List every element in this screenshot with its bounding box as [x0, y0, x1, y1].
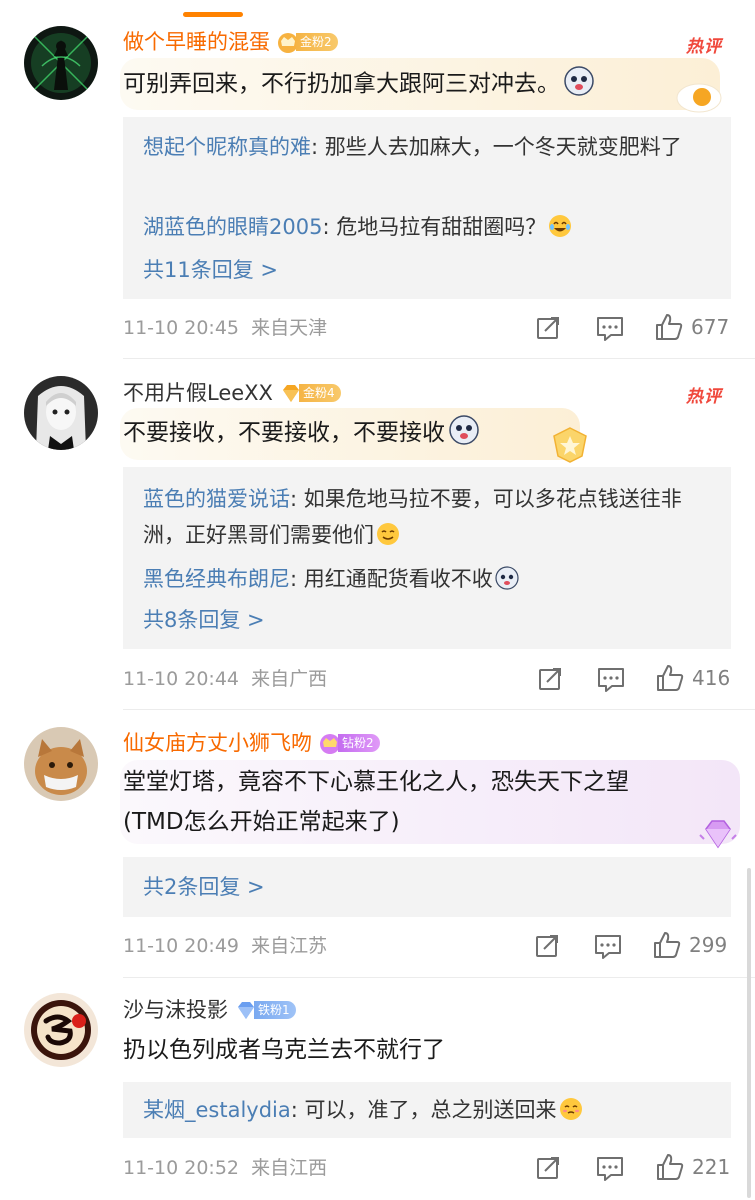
username[interactable]: 做个早睡的混蛋 — [123, 26, 270, 58]
more-replies-link[interactable]: 共11条回复 > — [143, 255, 278, 285]
like-button[interactable]: 221 — [656, 1153, 730, 1181]
divider — [123, 977, 755, 978]
scrollbar[interactable] — [747, 868, 751, 1198]
like-icon — [654, 932, 681, 958]
divider — [123, 358, 755, 359]
comment-meta: 11-10 20:52 来自江西 — [123, 1153, 327, 1183]
reply-preview-box[interactable]: 蓝色的猫爱说话: 如果危地马拉不要，可以多花点钱送往非洲，正好黑哥们需要他们 黑… — [123, 467, 731, 649]
comment-meta: 11-10 20:49 来自江苏 — [123, 931, 327, 961]
location: 来自广西 — [251, 668, 328, 690]
username[interactable]: 沙与沫投影 — [123, 994, 228, 1026]
avatar[interactable] — [24, 376, 98, 450]
like-icon — [657, 665, 684, 691]
name-row: 仙女庙方丈小狮飞吻 钻粉2 — [123, 727, 380, 759]
fan-badge[interactable]: 金粉2 — [276, 31, 338, 53]
star-shield-decoration-icon — [553, 427, 587, 463]
reply-item: 蓝色的猫爱说话: 如果危地马拉不要，可以多花点钱送往非洲，正好黑哥们需要他们 — [143, 487, 682, 547]
reply-item: 某烟_estalydia: 可以，准了，总之别送回来 — [143, 1092, 711, 1128]
username[interactable]: 不用片假LeeXX — [123, 377, 273, 409]
fan-badge[interactable]: 金粉4 — [279, 382, 341, 404]
location: 来自天津 — [251, 317, 328, 339]
avatar[interactable] — [24, 26, 98, 100]
divider — [123, 709, 755, 710]
like-count: 299 — [689, 933, 728, 957]
smile-emoji-icon — [377, 523, 399, 545]
reply-username[interactable]: 黑色经典布朗尼 — [143, 567, 290, 591]
fried-egg-decoration-icon — [676, 83, 722, 113]
like-icon — [656, 314, 683, 340]
avatar[interactable] — [24, 993, 98, 1067]
hot-comment-tag: 热评 — [686, 387, 722, 407]
reply-username[interactable]: 湖蓝色的眼睛2005 — [143, 215, 322, 239]
reply-username[interactable]: 想起个昵称真的难 — [143, 135, 311, 159]
comment-icon — [597, 317, 623, 341]
avatar[interactable] — [24, 727, 98, 801]
repost-icon — [537, 1157, 559, 1179]
like-count: 221 — [692, 1155, 731, 1179]
reply-preview-box[interactable]: 想起个昵称真的难: 那些人去加麻大，一个冬天就变肥料了 湖蓝色的眼睛2005: … — [123, 117, 731, 299]
fan-badge[interactable]: 钻粉2 — [318, 732, 380, 754]
comment-button[interactable] — [597, 667, 625, 693]
like-count: 416 — [692, 666, 731, 690]
husky-emoji-icon — [495, 566, 519, 590]
more-replies-link[interactable]: 共8条回复 > — [143, 605, 265, 635]
name-row: 做个早睡的混蛋 金粉2 — [123, 26, 338, 58]
shy-emoji-icon — [559, 1098, 582, 1120]
reply-item: 黑色经典布朗尼: 用红通配货看收不收 — [143, 561, 711, 597]
comment-icon — [595, 935, 621, 959]
like-button[interactable]: 299 — [653, 931, 727, 959]
name-row: 不用片假LeeXX 金粉4 — [123, 377, 341, 409]
location: 来自江西 — [251, 1157, 328, 1179]
diamond-decoration-icon — [699, 820, 737, 849]
comment-text: 堂堂灯塔，竟容不下心慕王化之人，恐失天下之望 (TMD怎么开始正常起来了) — [123, 769, 629, 835]
comment-text: 扔以色列成者乌克兰去不就行了 — [123, 1037, 445, 1063]
timestamp: 11-10 20:44 — [123, 668, 240, 690]
timestamp: 11-10 20:45 — [123, 317, 240, 339]
like-button[interactable]: 677 — [655, 313, 729, 341]
like-button[interactable]: 416 — [656, 664, 730, 692]
fan-badge[interactable]: 铁粉1 — [234, 999, 296, 1021]
timestamp: 11-10 20:49 — [123, 935, 240, 957]
laugh-cry-emoji-icon — [549, 215, 572, 237]
comment-button[interactable] — [596, 1156, 624, 1182]
repost-icon — [539, 668, 561, 690]
repost-button[interactable] — [535, 934, 561, 958]
comment-meta: 11-10 20:45 来自天津 — [123, 313, 327, 343]
reply-username[interactable]: 蓝色的猫爱说话 — [143, 487, 290, 511]
like-icon — [657, 1154, 684, 1180]
husky-emoji-icon — [449, 415, 479, 445]
username[interactable]: 仙女庙方丈小狮飞吻 — [123, 727, 312, 759]
repost-button[interactable] — [538, 667, 564, 691]
comment-meta: 11-10 20:44 来自广西 — [123, 664, 327, 694]
repost-button[interactable] — [536, 316, 562, 340]
husky-emoji-icon — [564, 66, 594, 96]
comment-icon — [597, 1157, 623, 1181]
more-replies-link[interactable]: 共2条回复 > — [143, 872, 265, 902]
comment-button[interactable] — [596, 316, 624, 342]
comment-text: 可别弄回来，不行扔加拿大跟阿三对冲去。 — [123, 64, 594, 104]
repost-icon — [537, 317, 559, 339]
repost-button[interactable] — [536, 1156, 562, 1180]
location: 来自江苏 — [251, 935, 328, 957]
reply-preview-box[interactable]: 共2条回复 > — [123, 857, 731, 917]
reply-preview-box[interactable]: 某烟_estalydia: 可以，准了，总之别送回来 — [123, 1082, 731, 1138]
comment-button[interactable] — [594, 934, 622, 960]
hot-comment-tag: 热评 — [686, 37, 722, 57]
reply-username[interactable]: 某烟_estalydia — [143, 1098, 291, 1122]
name-row: 沙与沫投影 铁粉1 — [123, 994, 296, 1026]
repost-icon — [536, 935, 558, 957]
timestamp: 11-10 20:52 — [123, 1157, 240, 1179]
reply-item: 想起个昵称真的难: 那些人去加麻大，一个冬天就变肥料了 — [143, 135, 682, 159]
active-tab-indicator — [183, 12, 243, 17]
comment-text: 不要接收，不要接收，不要接收 — [123, 413, 479, 453]
comment-icon — [598, 668, 624, 692]
like-count: 677 — [691, 315, 730, 339]
reply-item: 湖蓝色的眼睛2005: 危地马拉有甜甜圈吗？ — [143, 209, 711, 245]
